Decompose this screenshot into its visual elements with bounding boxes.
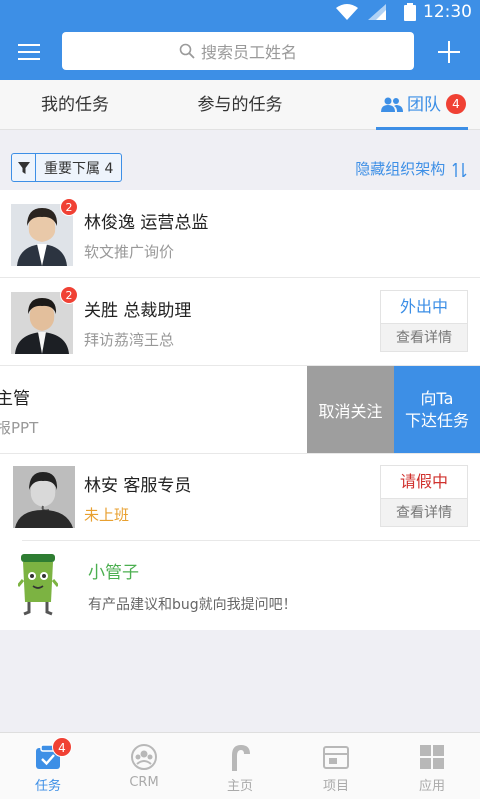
status-card[interactable]: 请假中 查看详情 <box>380 465 468 527</box>
member-name: 主管 <box>0 389 30 409</box>
projects-icon <box>323 746 349 769</box>
tab-label: 团队 <box>407 95 441 115</box>
nav-label: 项目 <box>322 779 349 794</box>
list-item[interactable]: 2 林俊逸 运营总监 软文推广询价 <box>0 190 480 278</box>
member-name: 林俊逸 运营总监 <box>84 213 209 233</box>
assign-label-line1: 向Ta <box>420 389 454 408</box>
menu-button[interactable] <box>14 36 46 68</box>
bot-name: 小管子 <box>88 563 139 583</box>
team-badge: 4 <box>446 94 466 114</box>
tab-label: 我的任务 <box>41 95 109 115</box>
assistant-bot-item[interactable]: 小管子 有产品建议和bug就向我提问吧！ <box>0 540 480 630</box>
list-item[interactable]: 2 关胜 总裁助理 拜访荔湾王总 外出中 查看详情 <box>0 278 480 366</box>
signal-icon <box>368 4 386 20</box>
wifi-icon <box>336 4 358 20</box>
unread-badge: 2 <box>60 198 78 216</box>
nav-label: CRM <box>129 775 159 790</box>
view-details-button[interactable]: 查看详情 <box>381 323 467 351</box>
home-icon <box>232 745 250 771</box>
tab-my-tasks[interactable]: 我的任务 <box>0 80 150 130</box>
divider <box>22 540 480 541</box>
battery-icon <box>404 3 416 21</box>
member-status-text: 未上班 <box>84 506 130 524</box>
list-item-swiped[interactable]: 主管 报PPT 取消关注 向Ta 下达任务 <box>0 366 480 454</box>
hide-org-button[interactable]: 隐藏组织架构 <box>355 158 468 179</box>
unread-badge: 2 <box>60 286 78 304</box>
nav-label: 任务 <box>34 779 61 794</box>
nav-label: 应用 <box>418 779 445 794</box>
search-icon <box>179 43 195 59</box>
add-button[interactable] <box>434 36 466 68</box>
unfollow-button[interactable]: 取消关注 <box>307 366 394 453</box>
bot-hint: 有产品建议和bug就向我提问吧！ <box>88 597 297 613</box>
app-toolbar: 搜索员工姓名 <box>0 24 480 80</box>
filter-chip[interactable]: 重要下属 4 <box>11 153 123 182</box>
tab-participated-tasks[interactable]: 参与的任务 <box>150 80 330 130</box>
status-label: 请假中 <box>399 472 448 491</box>
member-task: 报PPT <box>0 419 39 437</box>
filter-label: 重要下属 4 <box>44 160 114 177</box>
bottom-nav: 4 任务 CRM 主页 项目 应用 <box>0 732 480 799</box>
clock: 12:30 <box>423 2 472 22</box>
crm-icon <box>131 744 157 770</box>
filter-icon <box>12 154 36 181</box>
assign-label-line2: 下达任务 <box>404 411 469 430</box>
status-card[interactable]: 外出中 查看详情 <box>380 290 468 352</box>
nav-home[interactable]: 主页 <box>192 733 288 799</box>
member-task: 软文推广询价 <box>84 243 175 261</box>
tab-label: 参与的任务 <box>197 95 283 115</box>
menu-icon-bar <box>18 58 40 60</box>
hide-org-label: 隐藏组织架构 <box>355 160 446 178</box>
search-placeholder: 搜索员工姓名 <box>200 43 297 62</box>
view-details-button[interactable]: 查看详情 <box>381 498 467 526</box>
nav-tasks[interactable]: 4 任务 <box>0 733 96 799</box>
list-item[interactable]: 林安 客服专员 未上班 请假中 查看详情 <box>0 454 480 540</box>
bot-mascot-icon <box>18 554 58 616</box>
member-task: 拜访荔湾王总 <box>84 331 175 349</box>
nav-apps[interactable]: 应用 <box>384 733 480 799</box>
menu-icon <box>18 44 40 46</box>
status-bar: 12:30 <box>0 0 480 24</box>
team-icon <box>381 97 403 112</box>
nav-label: 主页 <box>226 779 253 794</box>
avatar <box>13 466 75 528</box>
nav-projects[interactable]: 项目 <box>288 733 384 799</box>
assign-task-button[interactable]: 向Ta 下达任务 <box>394 366 480 453</box>
plus-icon-bar <box>448 41 450 63</box>
apps-icon <box>420 745 444 769</box>
tasks-badge: 4 <box>52 737 72 757</box>
member-name: 林安 客服专员 <box>84 476 192 496</box>
filter-bar: 重要下属 4 隐藏组织架构 <box>0 130 480 190</box>
nav-crm[interactable]: CRM <box>96 733 192 799</box>
tab-team[interactable]: 团队 <box>376 80 446 130</box>
member-name: 关胜 总裁助理 <box>84 301 192 321</box>
sort-icon <box>452 162 467 179</box>
search-input[interactable]: 搜索员工姓名 <box>62 32 414 70</box>
status-label: 外出中 <box>399 297 448 316</box>
tab-bar: 我的任务 参与的任务 团队 4 <box>0 80 480 130</box>
menu-icon-bar <box>18 51 40 53</box>
